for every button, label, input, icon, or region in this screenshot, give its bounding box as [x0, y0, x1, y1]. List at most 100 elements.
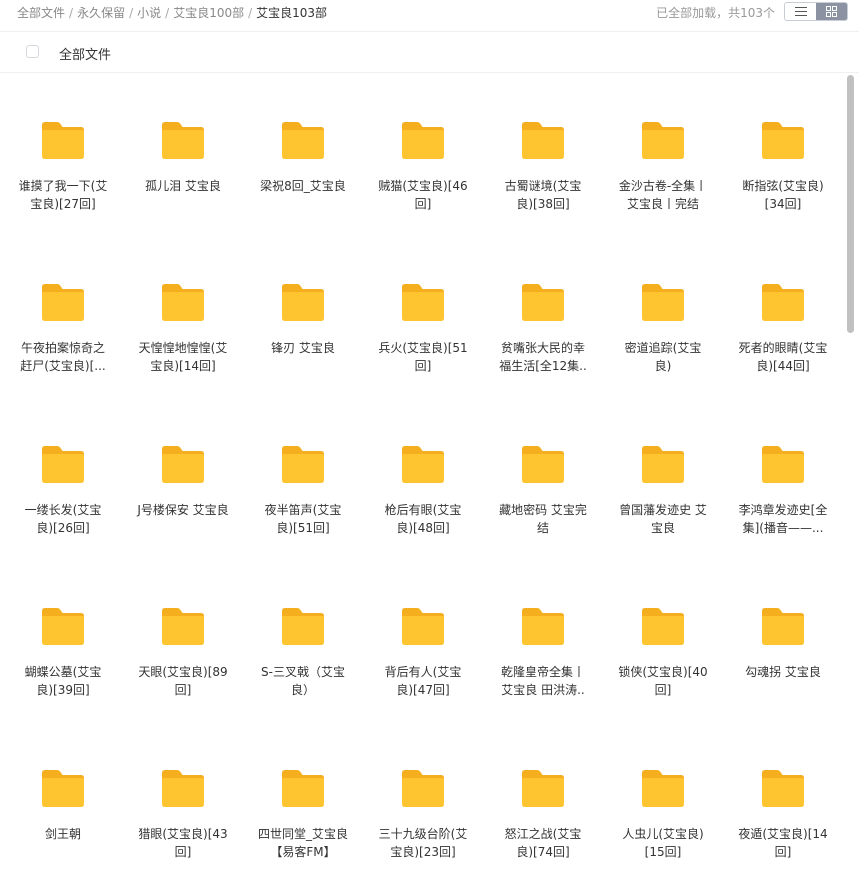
folder-icon [42, 284, 84, 321]
folder-item[interactable]: 谁摸了我一下(艾宝良)[27回] [3, 73, 123, 235]
folder-item[interactable]: 古蜀谜境(艾宝良)[38回] [483, 73, 603, 235]
breadcrumb-item-novels[interactable]: 小说 [137, 6, 161, 20]
folder-name: 古蜀谜境(艾宝良)[38回] [504, 179, 582, 211]
folder-item[interactable]: 怒江之战(艾宝良)[74回] [483, 721, 603, 869]
folder-icon [162, 608, 204, 645]
folder-item[interactable]: J号楼保安 艾宝良 [123, 397, 243, 559]
folder-item[interactable]: 勾魂拐 艾宝良 [723, 559, 843, 721]
folder-icon [642, 608, 684, 645]
folder-icon [282, 446, 324, 483]
folder-name: 断指弦(艾宝良)[34回] [742, 179, 824, 211]
folder-icon [522, 446, 564, 483]
folder-icon [282, 122, 324, 159]
folder-name: 梁祝8回_艾宝良 [260, 179, 346, 193]
folder-item[interactable]: 午夜拍案惊奇之赶尸(艾宝良)[... [3, 235, 123, 397]
list-view-button[interactable] [785, 3, 816, 20]
folder-name: 剑王朝 [44, 827, 81, 841]
folder-name: 锁侠(艾宝良)[40回] [618, 665, 708, 697]
folder-name: 夜遁(艾宝良)[14回] [738, 827, 828, 859]
folder-icon [402, 122, 444, 159]
folder-name: 孤儿泪 艾宝良 [145, 179, 221, 193]
folder-icon [162, 770, 204, 807]
folder-item[interactable]: 密道追踪(艾宝良) [603, 235, 723, 397]
folder-item[interactable]: 夜遁(艾宝良)[14回] [723, 721, 843, 869]
folder-icon [282, 770, 324, 807]
folder-item[interactable]: 孤儿泪 艾宝良 [123, 73, 243, 235]
folder-item[interactable]: 夜半笛声(艾宝良)[51回] [243, 397, 363, 559]
folder-name: 贫嘴张大民的幸福生活[全12集.. [499, 341, 587, 373]
folder-name: 猎眼(艾宝良)[43回] [138, 827, 228, 859]
folder-item[interactable]: 断指弦(艾宝良)[34回] [723, 73, 843, 235]
breadcrumb-current: 艾宝良103部 [256, 6, 328, 20]
folder-icon [282, 608, 324, 645]
folder-item[interactable]: 四世同堂_艾宝良【易客FM】 [243, 721, 363, 869]
folder-item[interactable]: 李鸿章发迹史[全集](播音——... [723, 397, 843, 559]
folder-item[interactable]: 枪后有眼(艾宝良)[48回] [363, 397, 483, 559]
folder-name: 金沙古卷-全集丨艾宝良丨完结 [618, 179, 708, 211]
list-view-icon [794, 7, 807, 16]
folder-name: 天眼(艾宝良)[89回] [138, 665, 228, 697]
folder-icon [42, 446, 84, 483]
folder-grid: 谁摸了我一下(艾宝良)[27回] 孤儿泪 艾宝良 梁祝8回_艾宝良 贼猫(艾宝良)[4… [3, 73, 843, 869]
folder-item[interactable]: S-三叉戟（艾宝良） [243, 559, 363, 721]
load-status-text: 已全部加载，共103个 [656, 6, 775, 20]
folder-name: 三十九级台阶(艾宝良)[23回] [378, 827, 468, 859]
folder-name: 乾隆皇帝全集丨艾宝良 田洪涛.. [500, 665, 585, 697]
folder-icon [522, 770, 564, 807]
folder-item[interactable]: 曾国藩发迹史 艾宝良 [603, 397, 723, 559]
folder-icon [642, 446, 684, 483]
folder-name: 天惶惶地惶惶(艾宝良)[14回] [138, 341, 228, 373]
folder-item[interactable]: 猎眼(艾宝良)[43回] [123, 721, 243, 869]
folder-item[interactable]: 三十九级台阶(艾宝良)[23回] [363, 721, 483, 869]
folder-name: J号楼保安 艾宝良 [137, 503, 229, 517]
folder-name: 藏地密码 艾宝完结 [499, 503, 587, 535]
folder-name: 李鸿章发迹史[全集](播音——... [738, 503, 828, 535]
folder-item[interactable]: 梁祝8回_艾宝良 [243, 73, 363, 235]
folder-item[interactable]: 剑王朝 [3, 721, 123, 869]
folder-icon [402, 770, 444, 807]
folder-item[interactable]: 兵火(艾宝良)[51回] [363, 235, 483, 397]
folder-item[interactable]: 藏地密码 艾宝完结 [483, 397, 603, 559]
breadcrumb-separator: / [165, 6, 170, 20]
breadcrumb-separator: / [69, 6, 74, 20]
folder-name: 怒江之战(艾宝良)[74回] [504, 827, 582, 859]
folder-item[interactable]: 蝴蝶公墓(艾宝良)[39回] [3, 559, 123, 721]
folder-item[interactable]: 贼猫(艾宝良)[46回] [363, 73, 483, 235]
folder-name: 午夜拍案惊奇之赶尸(艾宝良)[... [20, 341, 106, 373]
folder-name: 死者的眼睛(艾宝良)[44回] [738, 341, 828, 373]
folder-name: 勾魂拐 艾宝良 [745, 665, 821, 679]
folder-icon [762, 284, 804, 321]
folder-name: 谁摸了我一下(艾宝良)[27回] [18, 179, 108, 211]
folder-icon [522, 608, 564, 645]
folder-name: 密道追踪(艾宝良) [624, 341, 702, 373]
scrollbar-thumb[interactable] [847, 75, 854, 333]
view-toggle [784, 2, 848, 21]
breadcrumb-item-aibaoliang-100[interactable]: 艾宝良100部 [173, 6, 244, 20]
folder-item[interactable]: 贫嘴张大民的幸福生活[全12集.. [483, 235, 603, 397]
folder-icon [282, 284, 324, 321]
select-all-checkbox[interactable] [26, 45, 39, 58]
folder-icon [522, 284, 564, 321]
folder-icon [762, 770, 804, 807]
breadcrumb-separator: / [248, 6, 253, 20]
folder-item[interactable]: 锋刃 艾宝良 [243, 235, 363, 397]
folder-icon [762, 122, 804, 159]
folder-item[interactable]: 金沙古卷-全集丨艾宝良丨完结 [603, 73, 723, 235]
folder-item[interactable]: 人虫儿(艾宝良)[15回] [603, 721, 723, 869]
folder-item[interactable]: 乾隆皇帝全集丨艾宝良 田洪涛.. [483, 559, 603, 721]
breadcrumb-item-permanent[interactable]: 永久保留 [77, 6, 125, 20]
folder-name: 四世同堂_艾宝良【易客FM】 [257, 827, 348, 859]
grid-view-button[interactable] [816, 3, 847, 20]
folder-item[interactable]: 一缕长发(艾宝良)[26回] [3, 397, 123, 559]
folder-item[interactable]: 天惶惶地惶惶(艾宝良)[14回] [123, 235, 243, 397]
breadcrumb-item-all-files[interactable]: 全部文件 [17, 6, 65, 20]
folder-icon [42, 608, 84, 645]
folder-name: S-三叉戟（艾宝良） [261, 665, 345, 697]
top-bar: 全部文件 / 永久保留 / 小说 / 艾宝良100部 / 艾宝良103部 已全部加载，共103个 [0, 0, 859, 25]
folder-item[interactable]: 天眼(艾宝良)[89回] [123, 559, 243, 721]
folder-icon [762, 446, 804, 483]
folder-item[interactable]: 死者的眼睛(艾宝良)[44回] [723, 235, 843, 397]
folder-item[interactable]: 锁侠(艾宝良)[40回] [603, 559, 723, 721]
folder-name: 锋刃 艾宝良 [271, 341, 335, 355]
folder-item[interactable]: 背后有人(艾宝良)[47回] [363, 559, 483, 721]
